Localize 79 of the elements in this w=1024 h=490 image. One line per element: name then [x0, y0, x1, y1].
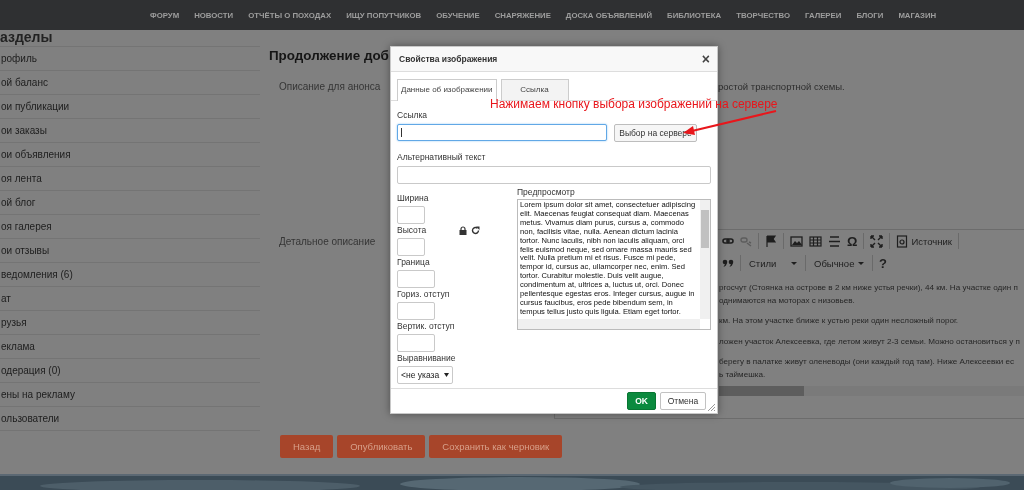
sidebar-item[interactable]: ой баланс	[0, 71, 260, 95]
flag-icon[interactable]	[765, 234, 777, 248]
caret-icon	[791, 261, 797, 265]
sidebar-item[interactable]: ои объявления	[0, 143, 260, 167]
sidebar-item[interactable]: еклама	[0, 335, 260, 359]
cancel-button[interactable]: Отмена	[660, 392, 706, 410]
sidebar-item[interactable]: ои публикации	[0, 95, 260, 119]
input-field[interactable]	[397, 270, 435, 288]
lock-icon[interactable]	[459, 226, 468, 235]
field-label: Высота	[397, 225, 427, 236]
source-icon	[896, 234, 909, 248]
editor-text-line: км. На этом участке ближе к устью реки один несложный порог.	[719, 315, 959, 327]
form-button[interactable]: Сохранить как черновик	[429, 435, 563, 458]
caret-icon	[858, 261, 865, 265]
dropdown-label: Обычное	[814, 257, 855, 269]
announce-text: ростой транспортной схемы.	[718, 81, 846, 92]
dialog-title: Свойства изображения	[399, 54, 498, 64]
field-label: Гориз. отступ	[397, 289, 450, 300]
blockquote-icon[interactable]	[722, 258, 734, 268]
form-button[interactable]: Опубликовать	[337, 435, 426, 458]
alignment-select[interactable]: <не указа	[397, 366, 453, 384]
page-title: Продолжение доб	[269, 47, 389, 65]
sidebar-item[interactable]: рофиль	[0, 47, 260, 71]
editor-text-line: ь таймешка.	[719, 368, 766, 381]
horizontal-scrollbar[interactable]	[719, 386, 1024, 396]
horizontal-rule-icon[interactable]	[828, 234, 841, 248]
sidebar-item[interactable]: ои заказы	[0, 119, 260, 143]
sidebar-item[interactable]: рузья	[0, 311, 260, 335]
input-field[interactable]	[397, 166, 711, 184]
field-label: Предпросмотр	[517, 187, 576, 198]
input-field[interactable]	[397, 206, 425, 224]
ok-button[interactable]: OK	[627, 392, 656, 410]
field-label: Ссылка	[397, 110, 429, 121]
image-icon[interactable]	[790, 234, 803, 248]
table-icon[interactable]	[809, 234, 822, 248]
input-field[interactable]	[397, 238, 425, 256]
styles-dropdown[interactable]: Стили	[747, 257, 799, 269]
field-label: Граница	[397, 257, 430, 268]
sidebar-item[interactable]: ои отзывы	[0, 239, 260, 263]
unlink-icon[interactable]	[740, 235, 752, 247]
reset-icon[interactable]	[471, 226, 481, 235]
sidebar-item[interactable]: одерация (0)	[0, 359, 260, 383]
sidebar-title: азделы	[0, 30, 53, 46]
link-icon[interactable]	[722, 235, 734, 247]
editor-text-line: берегу в палатке живут оленеводы (они каждый год там). Ниже Алексеевки ес	[719, 356, 1015, 368]
sidebar-item[interactable]: ой блог	[0, 191, 260, 215]
editor-text-line: ргосчут (Стоянка на острове в 2 км ниже устья речки), 44 км. На участке один п	[719, 282, 1018, 294]
sidebar-item[interactable]: оя галерея	[0, 215, 260, 239]
field-label: Ширина	[397, 193, 429, 204]
sidebar-item[interactable]: ены на рекламу	[0, 383, 260, 407]
sidebar-item[interactable]: оя лента	[0, 167, 260, 191]
form-button[interactable]: Назад	[280, 435, 334, 458]
special-character-button[interactable]: Ω	[847, 233, 858, 249]
resize-grip-icon[interactable]	[708, 404, 715, 411]
input-field[interactable]	[397, 124, 607, 141]
caret-icon	[444, 373, 449, 377]
select-value: <не указа	[401, 370, 440, 380]
close-button[interactable]: ×	[701, 52, 710, 66]
help-button[interactable]: ?	[879, 255, 887, 271]
source-button[interactable]: Источник	[896, 234, 952, 248]
sidebar-item[interactable]: ат	[0, 287, 260, 311]
tab[interactable]: Ссылка	[500, 79, 569, 100]
vertical-scrollbar[interactable]	[700, 200, 710, 319]
input-field[interactable]	[397, 334, 435, 352]
sidebar-item[interactable]: ользователи	[0, 407, 260, 431]
field-label: Вертик. отступ	[397, 321, 455, 332]
input-field[interactable]	[397, 302, 435, 320]
sidebar-item[interactable]: ведомления (6)	[0, 263, 260, 287]
field-label: Выравнивание	[397, 353, 457, 364]
field-label: Описание для анонса	[279, 81, 381, 92]
maximize-icon[interactable]	[870, 234, 884, 248]
editor-text-line: ложен участок Алексеевка, где летом живут 2-3 семьи. Можно остановиться у п	[719, 335, 1020, 348]
dropdown-label: Стили	[749, 257, 777, 269]
field-label: Детальное описание	[279, 236, 376, 247]
format-dropdown[interactable]: Обычное	[812, 257, 866, 269]
source-label: Источник	[911, 235, 952, 247]
editor-text-line: однимаются на моторах с низовьев.	[719, 294, 855, 307]
field-label: Альтернативный текст	[397, 152, 487, 163]
horizontal-scrollbar[interactable]	[518, 319, 700, 329]
